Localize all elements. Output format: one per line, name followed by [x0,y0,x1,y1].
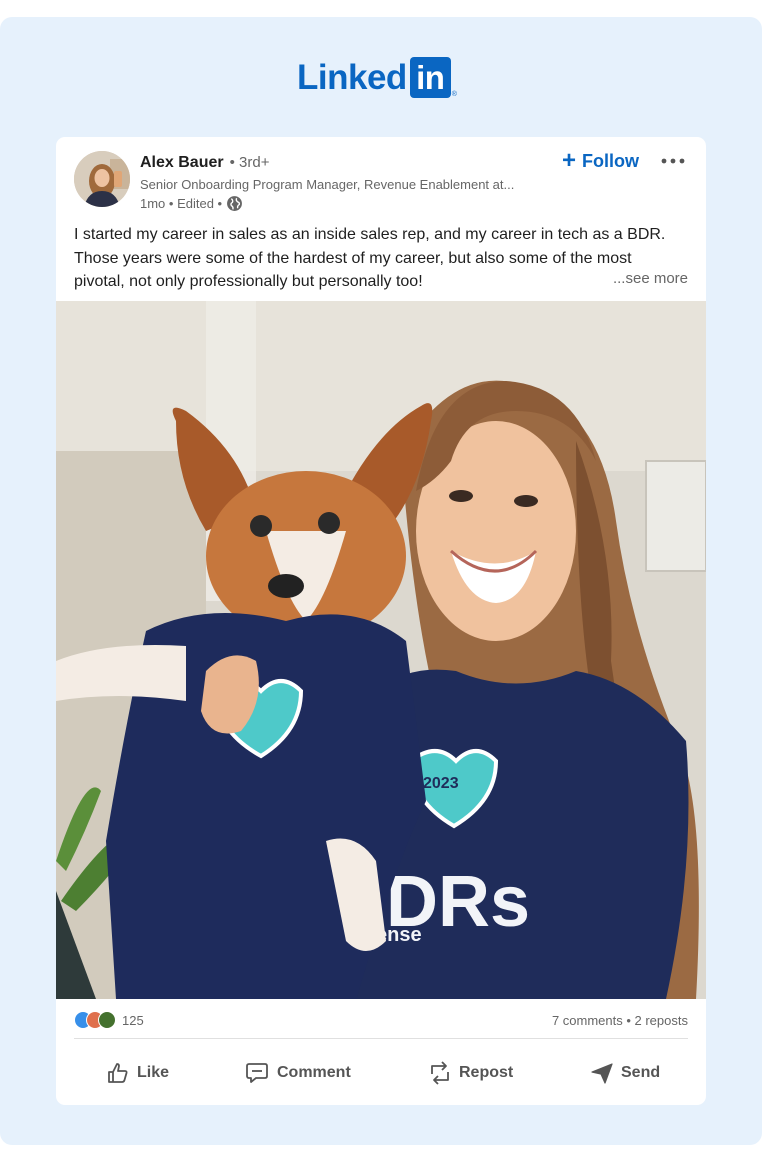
repost-button[interactable]: Repost [428,1055,513,1091]
avatar[interactable] [74,151,130,207]
post-text: I started my career in sales as an insid… [74,223,689,294]
comment-label: Comment [277,1064,351,1081]
follow-button[interactable]: + Follow [562,149,639,173]
send-label: Send [621,1064,661,1081]
linkedin-logo: Linked in ® [297,56,457,98]
plus-icon: + [562,147,577,174]
logo-registered-mark: ® [451,91,457,98]
post-text-line: Those years were some of the hardest of … [74,249,632,267]
author-headline: Senior Onboarding Program Manager, Reven… [140,177,515,192]
post-meta: 1mo • Edited • [140,195,243,212]
repost-icon [431,1061,449,1085]
follow-label: Follow [582,150,640,171]
like-label: Like [137,1064,170,1081]
post-text-line: I started my career in sales as an insid… [74,226,666,243]
globe-icon [227,196,243,211]
post-time: 1mo • Edited • [140,196,223,211]
reaction-icons [74,1011,116,1029]
see-more-link[interactable]: ...see more [613,270,688,287]
like-icon [108,1063,128,1083]
send-icon [591,1063,613,1084]
like-button[interactable]: Like [106,1055,169,1091]
post-card: Alex Bauer • 3rd+ Senior Onboarding Prog… [56,137,706,1105]
post-text-line: pivotal, not only professionally but per… [74,273,423,290]
reactions-summary[interactable]: 125 [74,1011,144,1029]
divider [74,1038,688,1039]
author-name[interactable]: Alex Bauer [140,154,224,172]
comment-button[interactable]: Comment [244,1055,351,1091]
post-image[interactable]: 2023 DRs ense [56,301,706,999]
logo-wordmark: Linked [297,57,407,97]
action-bar: Like Comment Repost Send [56,1055,706,1095]
shirt-badge-year: 2023 [423,775,459,792]
comments-reposts-count[interactable]: 7 comments • 2 reposts [552,1013,688,1028]
connection-degree: • 3rd+ [229,154,270,171]
author-row: Alex Bauer • 3rd+ [140,154,269,172]
more-options-icon[interactable] [660,151,686,171]
reaction-count: 125 [122,1012,144,1028]
send-button[interactable]: Send [590,1055,660,1091]
repost-label: Repost [459,1064,514,1081]
comment-icon [246,1063,268,1083]
insightful-icon [98,1011,116,1029]
logo-in-box: in [409,56,451,98]
